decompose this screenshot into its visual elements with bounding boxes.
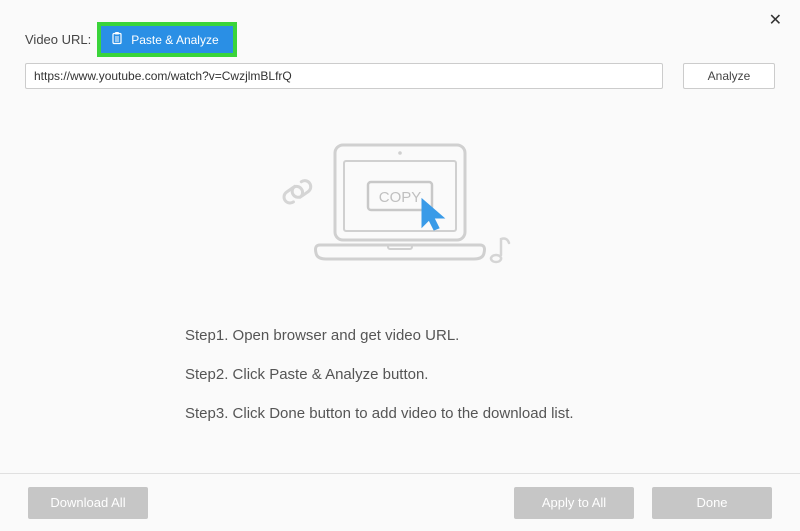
done-button[interactable]: Done [652,487,772,519]
clipboard-icon [111,31,124,48]
top-bar: Video URL: Paste & Analyze [0,0,800,57]
step-2: Step2. Click Paste & Analyze button. [185,366,775,383]
dialog-window: ✕ Video URL: Paste & Analyze Analyze [0,0,800,531]
apply-to-all-button[interactable]: Apply to All [514,487,634,519]
url-input[interactable] [25,63,663,89]
copy-label: COPY [379,189,422,206]
video-url-label: Video URL: [25,32,91,47]
analyze-button[interactable]: Analyze [683,63,775,89]
bottom-bar: Download All Apply to All Done [0,473,800,531]
step-1: Step1. Open browser and get video URL. [185,327,775,344]
close-button[interactable]: ✕ [769,10,782,30]
steps-list: Step1. Open browser and get video URL. S… [25,327,775,444]
content-area: COPY Step1. Open browser and get video U… [0,89,800,444]
step-3: Step3. Click Done button to add video to… [185,405,775,422]
url-row: Analyze [0,57,800,89]
paste-analyze-button[interactable]: Paste & Analyze [101,26,232,53]
laptop-illustration: COPY [270,137,530,292]
download-all-button[interactable]: Download All [28,487,148,519]
paste-analyze-label: Paste & Analyze [131,33,218,47]
tutorial-highlight: Paste & Analyze [97,22,236,57]
